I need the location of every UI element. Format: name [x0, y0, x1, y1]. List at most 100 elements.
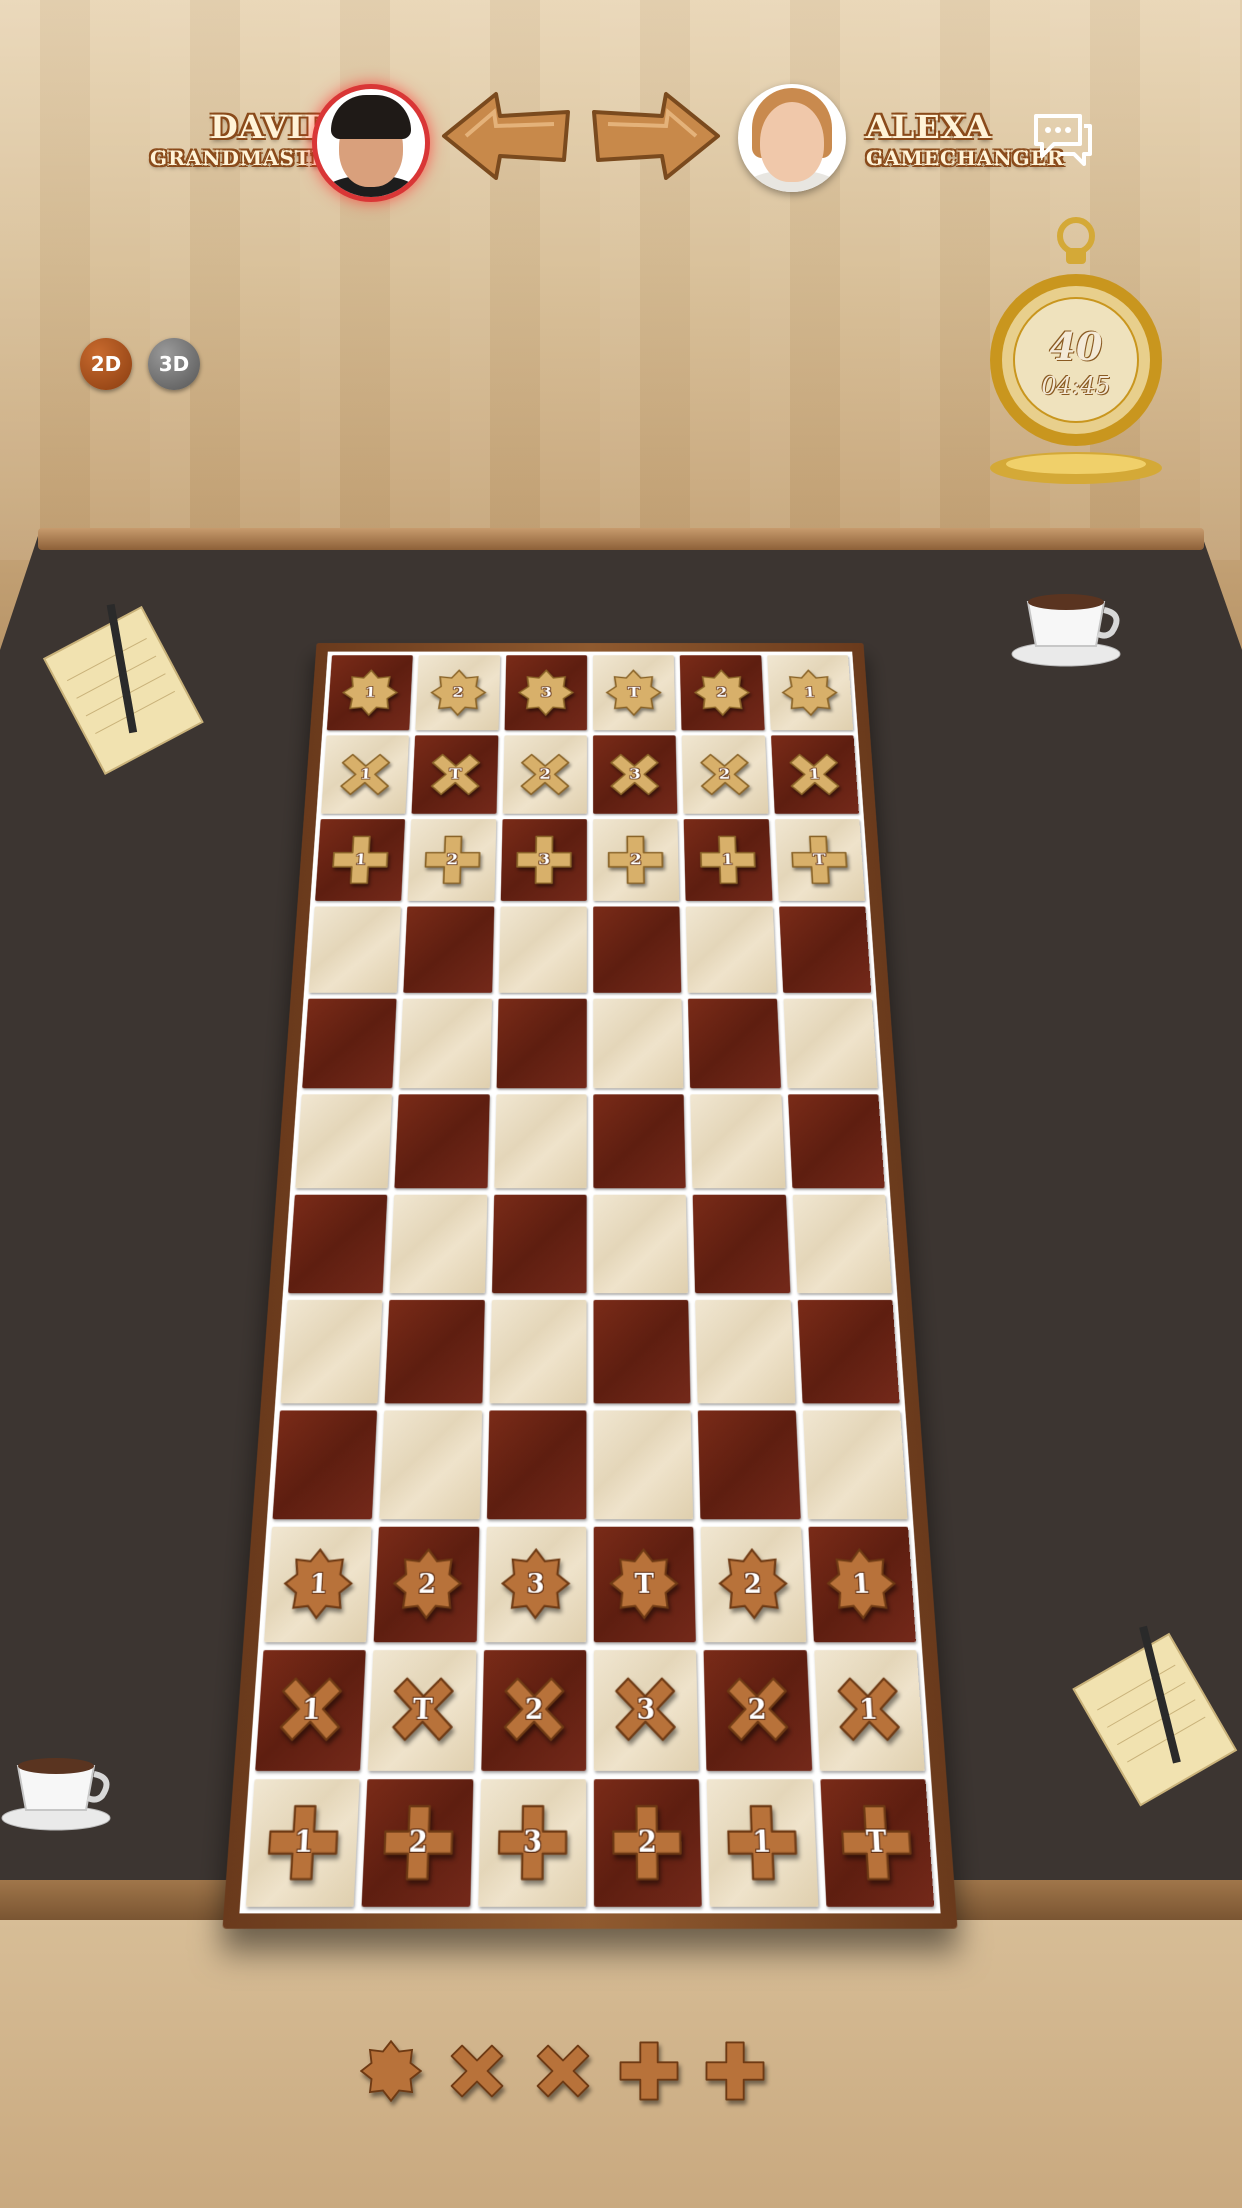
plus-piece[interactable]: 3: [495, 1803, 571, 1882]
board-square[interactable]: T: [775, 819, 865, 901]
plus-piece[interactable]: 2: [421, 835, 483, 886]
board-square[interactable]: [272, 1411, 377, 1520]
board-square[interactable]: [693, 1195, 790, 1294]
board-square[interactable]: 3: [484, 1527, 587, 1642]
plus-piece[interactable]: 1: [697, 835, 759, 886]
plus-piece[interactable]: T: [788, 835, 851, 886]
board-square[interactable]: 1: [255, 1650, 366, 1771]
board-square[interactable]: 2: [594, 1779, 702, 1907]
x-piece[interactable]: 1: [830, 1672, 907, 1747]
board-square[interactable]: 3: [478, 1779, 586, 1907]
board-square[interactable]: [496, 998, 587, 1088]
board-square[interactable]: [792, 1195, 892, 1294]
board-square[interactable]: 1: [327, 655, 413, 730]
star-piece[interactable]: 2: [716, 1549, 789, 1620]
board-square[interactable]: 1: [767, 655, 853, 730]
plus-piece[interactable]: 2: [379, 1803, 456, 1882]
plus-piece[interactable]: 2: [606, 835, 666, 886]
x-piece[interactable]: 1: [784, 750, 845, 799]
board-square[interactable]: 2: [701, 1527, 806, 1642]
star-piece[interactable]: 3: [500, 1549, 572, 1620]
board-square[interactable]: [593, 1300, 690, 1404]
board-square[interactable]: 1: [707, 1779, 818, 1907]
plus-piece[interactable]: 1: [329, 835, 392, 886]
board-square[interactable]: 2: [704, 1650, 812, 1771]
board-square[interactable]: 1: [264, 1527, 372, 1642]
plus-piece[interactable]: 1: [264, 1803, 343, 1882]
board-square[interactable]: 3: [593, 736, 678, 814]
board-square[interactable]: [489, 1300, 586, 1404]
board-square[interactable]: 2: [682, 736, 768, 814]
board-square[interactable]: [494, 1094, 587, 1188]
board-square[interactable]: 3: [504, 655, 587, 730]
board-square[interactable]: [788, 1094, 885, 1188]
x-piece[interactable]: 2: [497, 1672, 571, 1747]
plus-piece[interactable]: T: [837, 1803, 916, 1882]
board-square[interactable]: [783, 998, 878, 1088]
right-player-avatar[interactable]: [738, 84, 846, 192]
board-square[interactable]: [487, 1411, 587, 1520]
board-square[interactable]: T: [368, 1650, 476, 1771]
board-square[interactable]: 2: [374, 1527, 479, 1642]
star-piece[interactable]: 2: [429, 669, 488, 716]
board-square[interactable]: 2: [408, 819, 496, 901]
x-piece[interactable]: 2: [720, 1672, 795, 1747]
board-square[interactable]: [593, 907, 681, 993]
board-square[interactable]: 2: [502, 736, 587, 814]
board-square[interactable]: 2: [593, 819, 679, 901]
board-square[interactable]: 1: [684, 819, 772, 901]
star-piece[interactable]: T: [605, 669, 663, 716]
board-square[interactable]: T: [594, 1527, 696, 1642]
x-piece[interactable]: 1: [272, 1672, 349, 1747]
redo-arrow-button[interactable]: [586, 88, 726, 184]
x-piece[interactable]: 1: [335, 750, 396, 799]
star-piece[interactable]: T: [609, 1549, 681, 1620]
board-square[interactable]: 1: [808, 1527, 916, 1642]
x-piece[interactable]: T: [385, 1672, 460, 1747]
board-square[interactable]: [404, 907, 494, 993]
board-square[interactable]: [686, 907, 776, 993]
board-square[interactable]: [385, 1300, 485, 1404]
board-square[interactable]: [594, 1411, 694, 1520]
board-square[interactable]: [498, 907, 586, 993]
view-2d-button[interactable]: 2D: [80, 338, 132, 390]
board-square[interactable]: 1: [246, 1779, 360, 1907]
board-square[interactable]: 2: [416, 655, 500, 730]
star-piece[interactable]: 1: [281, 1549, 356, 1620]
star-piece[interactable]: 3: [517, 669, 575, 716]
plus-piece[interactable]: 1: [723, 1803, 800, 1882]
board-square[interactable]: [593, 998, 683, 1088]
board-square[interactable]: 1: [315, 819, 405, 901]
board-square[interactable]: T: [412, 736, 498, 814]
board-square[interactable]: 1: [771, 736, 859, 814]
board-square[interactable]: [803, 1411, 908, 1520]
board-square[interactable]: [399, 998, 492, 1088]
star-piece[interactable]: 1: [340, 669, 400, 716]
plus-piece[interactable]: 2: [610, 1803, 686, 1882]
x-piece[interactable]: T: [425, 750, 485, 799]
star-piece[interactable]: 1: [780, 669, 840, 716]
chat-button[interactable]: [1030, 110, 1094, 166]
board-square[interactable]: [309, 907, 401, 993]
board-square[interactable]: [797, 1300, 899, 1404]
board-square[interactable]: [779, 907, 871, 993]
board-square[interactable]: [395, 1094, 490, 1188]
board-square[interactable]: 3: [500, 819, 586, 901]
board-square[interactable]: [390, 1195, 487, 1294]
star-piece[interactable]: 2: [693, 669, 752, 716]
board-square[interactable]: [695, 1300, 795, 1404]
board-square[interactable]: [380, 1411, 482, 1520]
board-square[interactable]: 2: [481, 1650, 586, 1771]
star-piece[interactable]: 2: [390, 1549, 463, 1620]
board-square[interactable]: 2: [362, 1779, 473, 1907]
board-square[interactable]: [688, 998, 781, 1088]
board-square[interactable]: 3: [594, 1650, 699, 1771]
board-square[interactable]: [288, 1195, 388, 1294]
x-piece[interactable]: 2: [515, 750, 574, 799]
view-3d-button[interactable]: 3D: [148, 338, 200, 390]
star-piece[interactable]: 1: [824, 1549, 899, 1620]
board-square[interactable]: [280, 1300, 382, 1404]
x-piece[interactable]: 2: [695, 750, 755, 799]
board-square[interactable]: 1: [814, 1650, 925, 1771]
x-piece[interactable]: 3: [609, 1672, 683, 1747]
